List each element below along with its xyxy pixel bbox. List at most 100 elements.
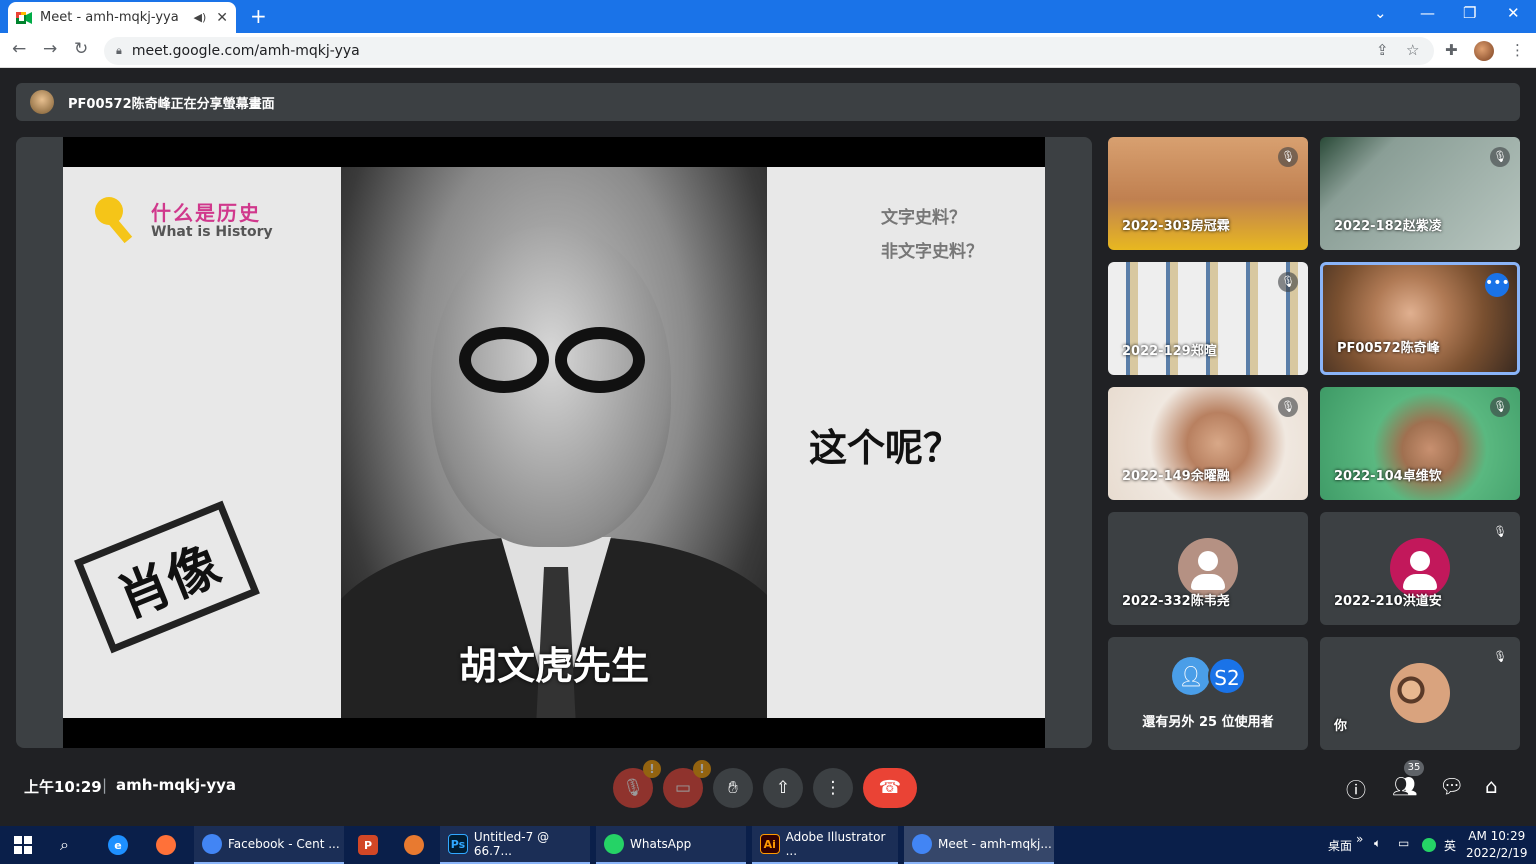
url-text: meet.google.com/amh-mqkj-yya bbox=[131, 43, 360, 59]
present-button[interactable]: ⇧ bbox=[763, 768, 803, 808]
share-icon[interactable]: ⇪ bbox=[1376, 41, 1389, 59]
participant-tile[interactable]: 2022-332陈韦尧 bbox=[1108, 512, 1308, 625]
taskbar-item-chrome-facebook[interactable]: Facebook - Cent ... bbox=[194, 826, 344, 864]
participant-tile[interactable]: 🎙︎ 2022-210洪道安 bbox=[1320, 512, 1520, 625]
participant-name: 2022-332陈韦尧 bbox=[1122, 594, 1230, 609]
participant-name: 2022-210洪道安 bbox=[1334, 594, 1442, 609]
powerpoint-icon[interactable]: P bbox=[350, 826, 390, 864]
more-options-icon[interactable]: ••• bbox=[1485, 273, 1510, 297]
portrait-stamp: 肖像 bbox=[74, 500, 260, 654]
info-icon[interactable]: ⓘ bbox=[1346, 774, 1366, 803]
participant-tile[interactable]: 🎙︎ 2022-182赵紫凌 bbox=[1320, 137, 1520, 250]
minimize-button[interactable]: — bbox=[1420, 4, 1435, 22]
more-icon: ⋮ bbox=[824, 778, 842, 798]
presenter-avatar bbox=[30, 90, 54, 114]
plus-icon[interactable]: + bbox=[250, 4, 267, 28]
mic-off-icon: 🎙︎ bbox=[1490, 397, 1510, 417]
present-icon: ⇧ bbox=[775, 778, 791, 798]
lock-icon[interactable]: 🔒︎ bbox=[116, 44, 122, 58]
meet-icon bbox=[16, 11, 32, 24]
mic-toggle-button[interactable]: 🎙︎ ! bbox=[613, 760, 661, 808]
participant-name: 2022-104卓维钦 bbox=[1334, 469, 1442, 484]
warning-icon: ! bbox=[693, 760, 711, 778]
browser-tab-strip: Meet - amh-mqkj-yya ◀) ✕ + ⌄ — ❐ ✕ bbox=[0, 0, 1536, 33]
raise-hand-button[interactable]: ✋︎ bbox=[713, 768, 753, 808]
chrome-icon bbox=[912, 834, 932, 854]
portrait-photo: 胡文虎先生 bbox=[341, 167, 767, 718]
restore-button[interactable]: ❐ bbox=[1463, 4, 1476, 22]
participant-name: 你 bbox=[1334, 719, 1348, 734]
illustrator-icon: Ai bbox=[760, 834, 780, 854]
profile-avatar[interactable] bbox=[1474, 41, 1494, 61]
question-nonwritten: 非文字史料？ bbox=[881, 242, 983, 262]
participant-tile[interactable]: 🎙︎ 2022-149余曜融 bbox=[1108, 387, 1308, 500]
whatsapp-icon bbox=[604, 834, 624, 854]
taskbar-item-meet[interactable]: Meet - amh-mqkj... bbox=[904, 826, 1054, 864]
self-tile[interactable]: 🎙︎ 你 bbox=[1320, 637, 1520, 750]
chat-icon[interactable]: 💬︎ bbox=[1439, 774, 1464, 798]
camera-off-icon: ▭ bbox=[674, 778, 692, 798]
input-language[interactable]: 英 bbox=[1444, 837, 1456, 854]
tab-search-icon[interactable]: ⌄ bbox=[1374, 4, 1387, 22]
participant-name: PF00572陈奇峰 bbox=[1337, 341, 1440, 356]
presentation-stage[interactable]: 什么是历史 What is History 肖像 胡文虎先生 文字史料？ 非文字… bbox=[16, 137, 1092, 748]
taskbar-item-illustrator[interactable]: Ai Adobe Illustrator ... bbox=[752, 826, 898, 864]
url-input[interactable]: 🔒︎ meet.google.com/amh-mqkj-yya bbox=[104, 37, 1434, 65]
browser-tab-meet[interactable]: Meet - amh-mqkj-yya ◀) ✕ bbox=[8, 2, 236, 33]
taskbar-label: Facebook - Cent ... bbox=[228, 837, 340, 851]
taskbar: ⌕ e Facebook - Cent ... P Ps Untitled-7 … bbox=[0, 826, 1536, 864]
clock[interactable]: AM 10:29 2022/2/19 bbox=[1466, 828, 1528, 862]
hand-icon: ✋︎ bbox=[728, 778, 738, 798]
volume-icon[interactable]: 🔈︎ bbox=[1374, 836, 1381, 851]
question-written: 文字史料？ bbox=[881, 208, 966, 228]
back-icon[interactable]: ← bbox=[12, 39, 26, 59]
extension-icon[interactable]: ✚ bbox=[1445, 41, 1458, 59]
star-icon[interactable]: ☆ bbox=[1406, 41, 1419, 59]
question-this: 这个呢？ bbox=[809, 426, 962, 470]
mic-off-icon: 🎙︎ bbox=[1493, 525, 1507, 538]
taskbar-item-whatsapp[interactable]: WhatsApp bbox=[596, 826, 746, 864]
start-button[interactable] bbox=[6, 826, 42, 864]
tray-desktop[interactable]: 桌面 bbox=[1328, 837, 1352, 854]
participant-tile[interactable]: 🎙︎ 2022-104卓维钦 bbox=[1320, 387, 1520, 500]
slide-title-zh: 什么是历史 bbox=[151, 201, 261, 225]
meeting-controls: 上午10:29 | amh-mqkj-yya 🎙︎ ! ▭ ! ✋︎ ⇧ ⋮ ☎… bbox=[0, 756, 1536, 820]
chevron-up-icon[interactable]: » bbox=[1356, 832, 1363, 846]
mic-off-icon: 🎙︎ bbox=[1493, 650, 1507, 663]
meeting-time: 上午10:29 bbox=[24, 778, 102, 796]
menu-icon[interactable]: ⋮ bbox=[1510, 41, 1525, 59]
window-close-button[interactable]: ✕ bbox=[1507, 4, 1520, 22]
edge-icon[interactable]: e bbox=[100, 826, 140, 864]
activities-icon[interactable]: ⌂ bbox=[1485, 774, 1498, 798]
firefox-icon[interactable] bbox=[148, 826, 188, 864]
close-icon[interactable]: ✕ bbox=[216, 10, 228, 26]
participant-name: 2022-303房冠霖 bbox=[1122, 219, 1230, 234]
hangup-icon: ☎︎ bbox=[878, 777, 902, 798]
people-icon[interactable]: 👥︎ bbox=[1392, 774, 1417, 798]
participant-name: 2022-129郑暄 bbox=[1122, 344, 1217, 359]
tab-title: Meet - amh-mqkj-yya bbox=[40, 10, 179, 25]
participant-tile[interactable]: 🎙︎ 2022-303房冠霖 bbox=[1108, 137, 1308, 250]
warning-icon: ! bbox=[643, 760, 661, 778]
network-icon[interactable]: ▭ bbox=[1398, 836, 1409, 850]
meet-page: PF00572陈奇峰正在分享螢幕畫面 什么是历史 What is History… bbox=[0, 68, 1536, 826]
whatsapp-tray-icon[interactable] bbox=[1422, 838, 1436, 852]
reload-icon[interactable]: ↻ bbox=[74, 39, 88, 59]
forward-icon[interactable]: → bbox=[43, 39, 57, 59]
leave-call-button[interactable]: ☎︎ bbox=[863, 768, 917, 808]
people-count-badge: 35 bbox=[1404, 760, 1424, 776]
participant-tile[interactable]: 🎙︎ 2022-129郑暄 bbox=[1108, 262, 1308, 375]
taskbar-item-photoshop[interactable]: Ps Untitled-7 @ 66.7... bbox=[440, 826, 590, 864]
more-options-button[interactable]: ⋮ bbox=[813, 768, 853, 808]
presenting-banner: PF00572陈奇峰正在分享螢幕畫面 bbox=[16, 83, 1520, 121]
search-icon[interactable]: ⌕ bbox=[52, 826, 88, 864]
separator: | bbox=[102, 776, 108, 794]
others-tile[interactable]: 👤︎ S2 還有另外 25 位使用者 bbox=[1108, 637, 1308, 750]
slide: 什么是历史 What is History 肖像 胡文虎先生 文字史料？ 非文字… bbox=[63, 167, 1045, 718]
camera-toggle-button[interactable]: ▭ ! bbox=[663, 760, 711, 808]
participant-tile-presenter[interactable]: ••• PF00572陈奇峰 bbox=[1320, 262, 1520, 375]
app-icon[interactable] bbox=[396, 826, 436, 864]
taskbar-label: WhatsApp bbox=[630, 837, 692, 851]
avatar bbox=[1390, 663, 1450, 723]
speaker-icon[interactable]: ◀) bbox=[194, 11, 207, 24]
